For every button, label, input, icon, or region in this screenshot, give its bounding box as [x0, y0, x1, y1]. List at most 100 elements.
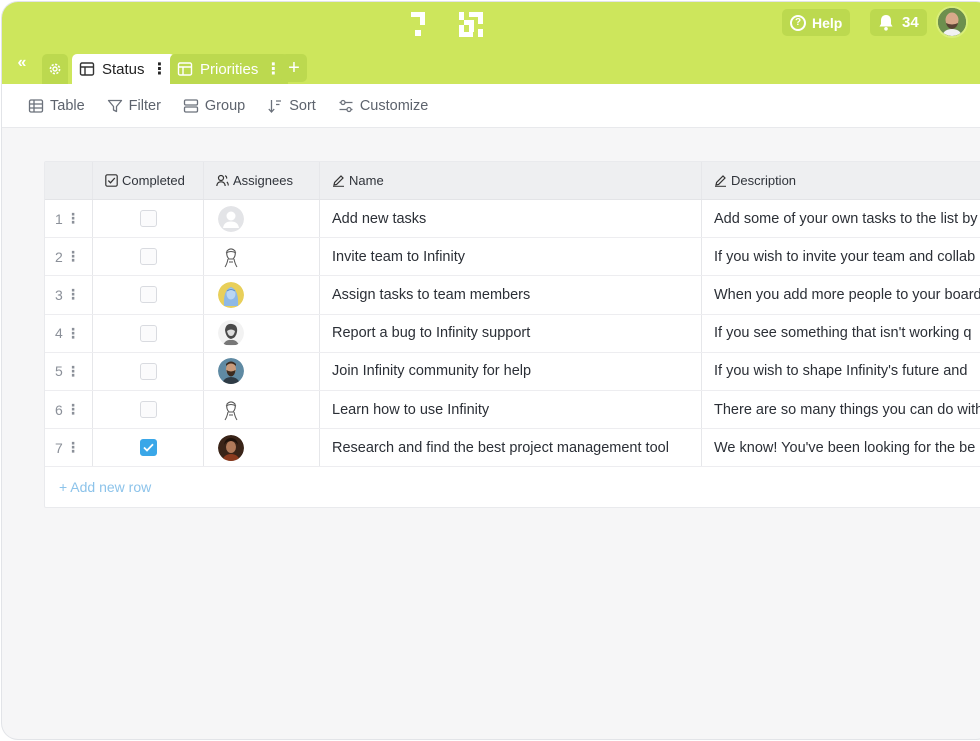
question-icon: ?: [790, 14, 806, 31]
name-cell[interactable]: Invite team to Infinity: [320, 238, 702, 276]
double-chevron-left-icon[interactable]: «: [12, 54, 32, 74]
gear-icon: [49, 63, 61, 75]
name-cell[interactable]: Join Infinity community for help: [320, 352, 702, 390]
bell-icon: [879, 15, 893, 31]
assignees-cell[interactable]: [204, 314, 320, 352]
completed-cell: [93, 276, 204, 314]
description-cell[interactable]: There are so many things you can do with: [702, 391, 980, 428]
column-header-completed[interactable]: Completed: [93, 162, 204, 199]
row-number: 2: [55, 248, 63, 265]
row-number-cell: 1 ⋮: [45, 200, 93, 238]
name-cell[interactable]: Report a bug to Infinity support: [320, 314, 702, 352]
settings-tab[interactable]: [42, 54, 68, 84]
description-cell[interactable]: We know! You've been looking for the be: [702, 429, 980, 466]
customize-button[interactable]: Customize: [338, 97, 429, 114]
completed-checkbox[interactable]: [139, 324, 157, 342]
description-cell[interactable]: Add some of your own tasks to the list b…: [702, 200, 980, 237]
completed-checkbox[interactable]: [139, 439, 157, 457]
tab-status[interactable]: Status ⋮: [72, 54, 175, 84]
row-number: 1: [55, 210, 63, 227]
assignees-cell[interactable]: [204, 429, 320, 467]
row-menu-icon[interactable]: ⋮: [66, 363, 80, 380]
column-header-name[interactable]: Name: [320, 162, 702, 199]
add-new-row-button[interactable]: + Add new row: [45, 467, 980, 507]
row-number-cell: 6 ⋮: [45, 390, 93, 429]
user-avatar[interactable]: [936, 6, 968, 38]
table-row[interactable]: 1 ⋮ Add new tasks Add some of your own task…: [45, 200, 980, 239]
task-description: If you see something that isn't working …: [714, 325, 972, 342]
table-row[interactable]: 4 ⋮ Report a bug to Infinity support If you…: [45, 314, 980, 353]
task-name: Add new tasks: [332, 210, 427, 227]
name-cell[interactable]: Add new tasks: [320, 200, 702, 238]
assignees-cell[interactable]: [204, 352, 320, 390]
completed-checkbox[interactable]: [139, 210, 157, 228]
row-number: 4: [55, 325, 63, 342]
filter-icon: [107, 99, 122, 112]
more-options-icon[interactable]: ⋮: [152, 59, 168, 79]
pencil-icon: [332, 174, 345, 187]
completed-cell: [93, 390, 204, 429]
task-name: Learn how to use Infinity: [332, 401, 490, 418]
description-cell[interactable]: When you add more people to your board: [702, 276, 980, 313]
row-number-header: [45, 162, 93, 199]
table-row[interactable]: 7 ⋮ Research and find the best project man…: [45, 429, 980, 468]
completed-checkbox[interactable]: [139, 401, 157, 419]
row-menu-icon[interactable]: ⋮: [66, 286, 80, 303]
sort-button[interactable]: Sort: [267, 98, 316, 114]
tab-priorities[interactable]: Priorities ⋮: [170, 54, 289, 84]
table-row[interactable]: 3 ⋮ Assign tasks to team members When you a…: [45, 276, 980, 315]
group-button[interactable]: Group: [183, 98, 245, 114]
table-row[interactable]: 5 ⋮ Join Infinity community for help If you…: [45, 352, 980, 391]
name-cell[interactable]: Research and find the best project manag…: [320, 429, 702, 467]
add-row-label: + Add new row: [59, 479, 152, 496]
assignee-avatar: [218, 396, 244, 423]
table-icon: [177, 62, 193, 76]
toolbar-label: Group: [204, 97, 246, 114]
row-number: 3: [55, 286, 63, 303]
assignee-avatar: [218, 358, 244, 385]
column-header-assignees[interactable]: Assignees: [204, 162, 320, 199]
row-number-cell: 2 ⋮: [45, 238, 93, 276]
sort-icon: [268, 99, 282, 113]
row-number: 6: [55, 401, 63, 418]
row-menu-icon[interactable]: ⋮: [66, 210, 80, 227]
completed-checkbox[interactable]: [139, 248, 157, 266]
row-menu-icon[interactable]: ⋮: [66, 325, 80, 342]
description-cell[interactable]: If you see something that isn't working …: [702, 315, 980, 352]
name-cell[interactable]: Assign tasks to team members: [320, 276, 702, 314]
toolbar-label: Sort: [289, 97, 316, 114]
help-button[interactable]: ? Help: [782, 9, 851, 36]
row-number-cell: 3 ⋮: [45, 276, 93, 314]
row-menu-icon[interactable]: ⋮: [66, 401, 80, 418]
table-row[interactable]: 6 ⋮ Learn how to use Infinity There are so …: [45, 390, 980, 430]
row-number-cell: 5 ⋮: [45, 352, 93, 390]
more-options-icon[interactable]: ⋮: [265, 59, 281, 79]
assignees-cell[interactable]: [204, 276, 320, 314]
assignees-cell[interactable]: [204, 200, 320, 238]
notifications-button[interactable]: 34: [870, 9, 927, 36]
table-row[interactable]: 2 ⋮ Invite team to Infinity If you wish to …: [45, 238, 980, 277]
column-header-description[interactable]: Description: [702, 162, 980, 199]
group-icon: [183, 98, 199, 113]
assignees-cell[interactable]: [204, 238, 320, 276]
column-header-label: Description: [731, 173, 797, 188]
completed-checkbox[interactable]: [139, 286, 157, 304]
task-description: If you wish to invite your team and coll…: [714, 248, 976, 265]
description-cell[interactable]: If you wish to shape Infinity's future a…: [702, 353, 980, 390]
name-cell[interactable]: Learn how to use Infinity: [320, 390, 702, 429]
table-icon: [28, 98, 44, 113]
add-view-button[interactable]: +: [281, 54, 307, 82]
completed-checkbox[interactable]: [139, 362, 157, 380]
user-avatar-image: [938, 8, 966, 36]
row-number-cell: 4 ⋮: [45, 314, 93, 352]
toolbar-label: Customize: [359, 97, 429, 114]
assignees-cell[interactable]: [204, 390, 320, 429]
description-cell[interactable]: If you wish to invite your team and coll…: [702, 238, 980, 275]
row-menu-icon[interactable]: ⋮: [66, 248, 80, 265]
row-menu-icon[interactable]: ⋮: [66, 439, 80, 456]
table-icon: [79, 62, 95, 76]
tab-label: Priorities: [200, 60, 259, 78]
assignee-avatar: [218, 434, 244, 461]
table-view-button[interactable]: Table: [28, 98, 85, 114]
filter-button[interactable]: Filter: [107, 98, 161, 114]
